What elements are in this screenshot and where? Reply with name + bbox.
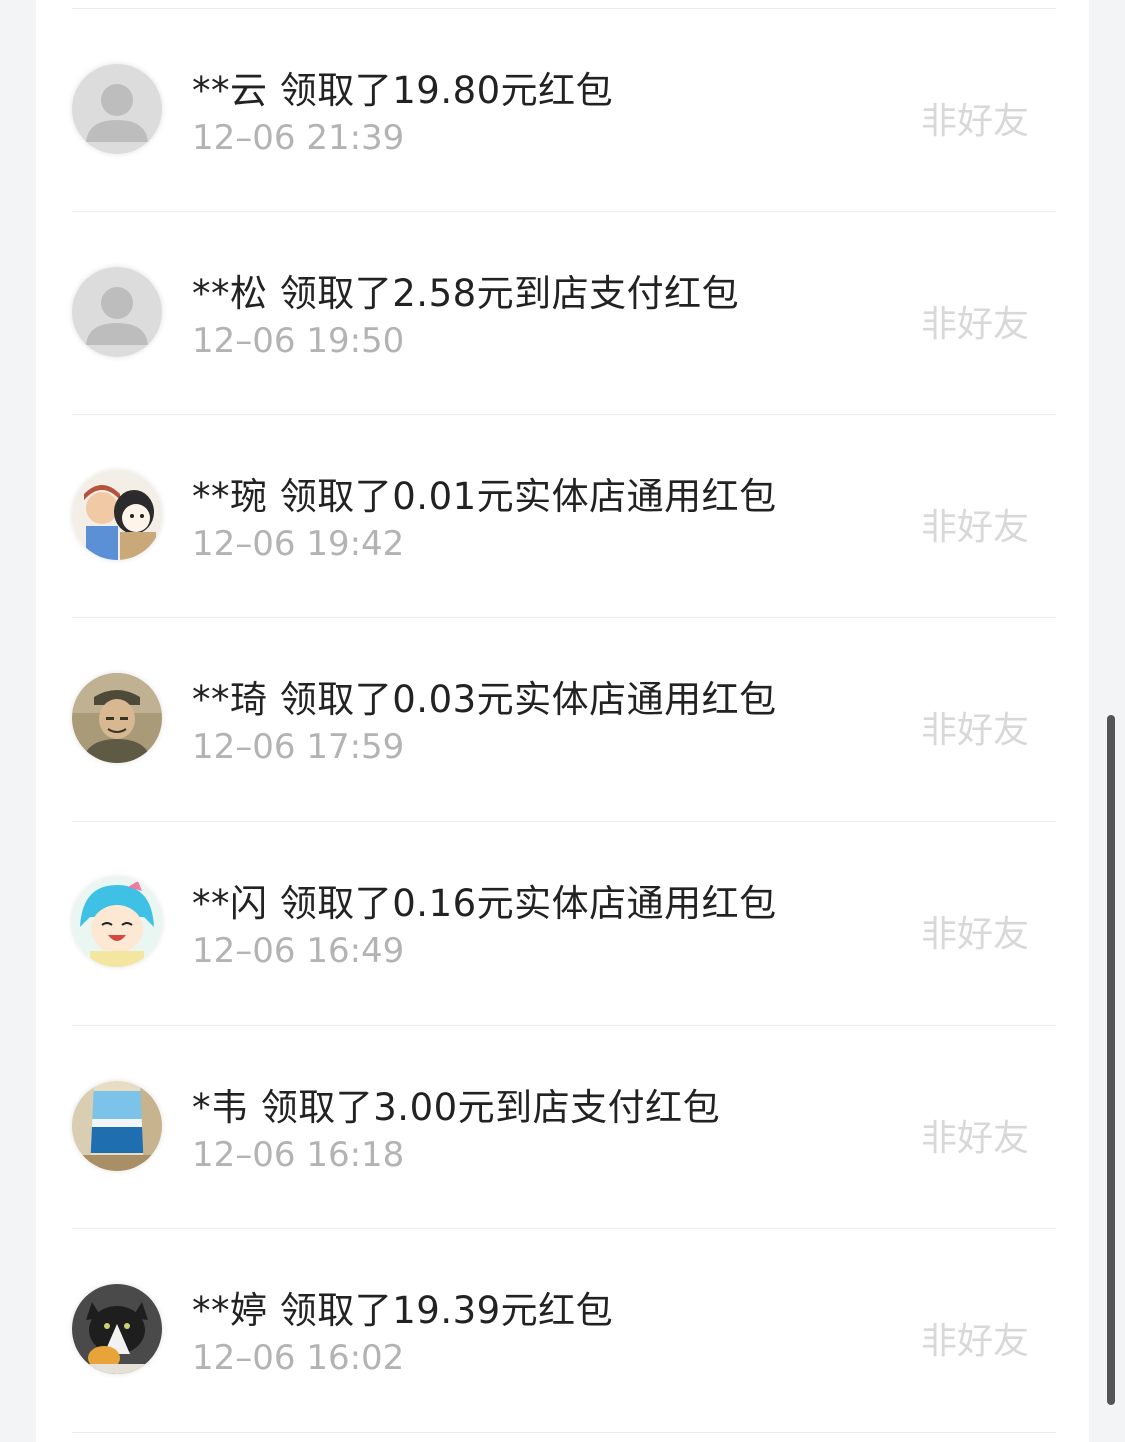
list-item-time: 12–06 16:02 <box>192 1338 405 1378</box>
list-item-title: **闪 领取了0.16元实体店通用红包 <box>192 882 777 925</box>
anime-girl-avatar[interactable] <box>72 877 162 967</box>
non-friend-tag: 非好友 <box>920 1118 1029 1159</box>
list-item[interactable]: **琦 领取了0.03元实体店通用红包 12–06 17:59 非好友 <box>36 617 1089 820</box>
list-item[interactable]: **闪 领取了0.16元实体店通用红包 12–06 16:49 非好友 <box>36 821 1089 1024</box>
page: **云 领取了19.80元红包 12–06 21:39 非好友 **松 领取了2… <box>0 0 1125 1442</box>
non-friend-tag: 非好友 <box>920 101 1029 142</box>
non-friend-tag: 非好友 <box>920 507 1029 548</box>
non-friend-tag: 非好友 <box>920 710 1029 751</box>
list-item-title: **琬 领取了0.01元实体店通用红包 <box>192 475 777 518</box>
non-friend-tag: 非好友 <box>920 1321 1029 1362</box>
list-item-time: 12–06 16:18 <box>192 1135 405 1175</box>
non-friend-tag: 非好友 <box>920 304 1029 345</box>
list-item[interactable]: **琬 领取了0.01元实体店通用红包 12–06 19:42 非好友 <box>36 414 1089 617</box>
default-avatar-icon[interactable] <box>72 64 162 154</box>
list-item-time: 12–06 21:39 <box>192 118 405 158</box>
window-sea-avatar[interactable] <box>72 1081 162 1171</box>
list-item-time: 12–06 16:49 <box>192 931 405 971</box>
soldier-photo-avatar[interactable] <box>72 673 162 763</box>
list-item-title: *韦 领取了3.00元到店支付红包 <box>192 1086 721 1129</box>
list-item[interactable]: *韦 领取了3.00元到店支付红包 12–06 16:18 非好友 <box>36 1025 1089 1228</box>
list-item[interactable]: **云 领取了19.80元红包 12–06 21:39 非好友 <box>36 8 1089 211</box>
cat-photo-avatar[interactable] <box>72 1284 162 1374</box>
list-item-time: 12–06 17:59 <box>192 727 405 767</box>
non-friend-tag: 非好友 <box>920 914 1029 955</box>
list-item[interactable]: **婷 领取了19.39元红包 12–06 16:02 非好友 <box>36 1228 1089 1431</box>
list-item-title: **琦 领取了0.03元实体店通用红包 <box>192 678 777 721</box>
list-item-time: 12–06 19:50 <box>192 321 405 361</box>
list-item-title: **云 领取了19.80元红包 <box>192 69 614 112</box>
list-divider <box>72 1432 1056 1433</box>
list-item-title: **松 领取了2.58元到店支付红包 <box>192 272 740 315</box>
default-avatar-icon[interactable] <box>72 267 162 357</box>
list-item[interactable]: **松 领取了2.58元到店支付红包 12–06 19:50 非好友 <box>36 211 1089 414</box>
vertical-scrollbar[interactable] <box>1107 715 1115 1405</box>
cartoon-girls-avatar[interactable] <box>72 470 162 560</box>
list-item-title: **婷 领取了19.39元红包 <box>192 1289 614 1332</box>
list-item-time: 12–06 19:42 <box>192 524 405 564</box>
